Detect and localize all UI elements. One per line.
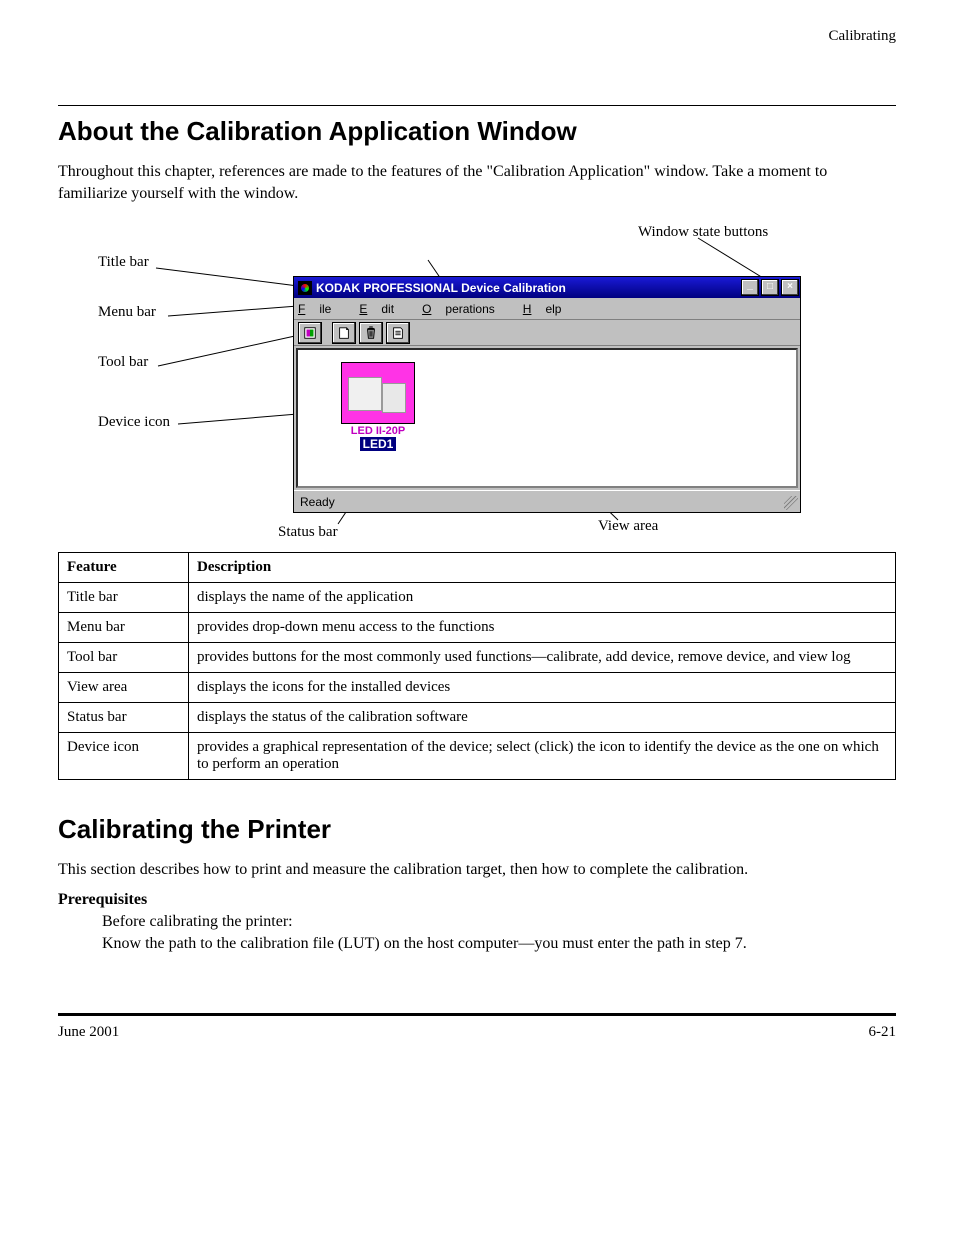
sub-section-lead: This section describes how to print and … bbox=[58, 859, 896, 881]
bottom-rule bbox=[58, 1013, 896, 1016]
feature-table: Feature Description Title bardisplays th… bbox=[58, 552, 896, 780]
prereq-heading: Prerequisites bbox=[58, 891, 896, 909]
view-log-button[interactable] bbox=[386, 322, 410, 344]
app-icon bbox=[298, 281, 312, 295]
menu-help[interactable]: Help bbox=[523, 302, 576, 316]
prereq-line2: Know the path to the calibration file (L… bbox=[102, 935, 896, 953]
th-description: Description bbox=[189, 553, 896, 583]
remove-device-button[interactable] bbox=[359, 322, 383, 344]
section-title: About the Calibration Application Window bbox=[58, 116, 896, 147]
callout-status-bar: Status bar bbox=[278, 524, 338, 541]
table-row: Device iconprovides a graphical represen… bbox=[59, 733, 896, 780]
section-lead: Throughout this chapter, references are … bbox=[58, 161, 896, 204]
prereq-line1: Before calibrating the printer: bbox=[102, 913, 896, 931]
view-area: LED II-20P LED1 bbox=[296, 348, 798, 488]
maximize-button[interactable]: □ bbox=[761, 279, 779, 296]
table-row: Status bardisplays the status of the cal… bbox=[59, 703, 896, 733]
table-row: View areadisplays the icons for the inst… bbox=[59, 673, 896, 703]
add-device-button[interactable] bbox=[332, 322, 356, 344]
figure-wrap: Title bar Menu bar Tool bar Device icon … bbox=[58, 214, 896, 544]
close-button[interactable]: × bbox=[781, 279, 799, 296]
footer-left: June 2001 bbox=[58, 1024, 119, 1041]
footer-right: 6-21 bbox=[869, 1024, 897, 1041]
menu-file[interactable]: File bbox=[298, 302, 345, 316]
statusbar: Ready bbox=[294, 490, 800, 512]
device-caption: LED II-20P bbox=[340, 425, 416, 437]
app-window: KODAK PROFESSIONAL Device Calibration _ … bbox=[293, 276, 801, 513]
sub-section-title: Calibrating the Printer bbox=[58, 814, 896, 845]
table-row: Title bardisplays the name of the applic… bbox=[59, 583, 896, 613]
callout-menu-bar: Menu bar bbox=[98, 304, 156, 321]
device-icon[interactable]: LED II-20P LED1 bbox=[340, 362, 416, 451]
callout-title-bar: Title bar bbox=[98, 254, 149, 271]
status-text: Ready bbox=[300, 495, 335, 509]
resize-grip-icon[interactable] bbox=[784, 496, 798, 510]
device-label: LED1 bbox=[360, 437, 397, 451]
calibrate-button[interactable] bbox=[298, 322, 322, 344]
top-rule bbox=[58, 105, 896, 106]
callout-tool-bar: Tool bar bbox=[98, 354, 148, 371]
toolbar bbox=[294, 320, 800, 346]
table-row: Menu barprovides drop-down menu access t… bbox=[59, 613, 896, 643]
menu-operations[interactable]: Operations bbox=[422, 302, 509, 316]
table-row: Tool barprovides buttons for the most co… bbox=[59, 643, 896, 673]
menu-edit[interactable]: Edit bbox=[359, 302, 408, 316]
window-title: KODAK PROFESSIONAL Device Calibration bbox=[316, 281, 740, 295]
device-image bbox=[341, 362, 415, 424]
callout-view-area: View area bbox=[598, 518, 658, 535]
minimize-button[interactable]: _ bbox=[741, 279, 759, 296]
callout-window-state: Window state buttons bbox=[638, 224, 768, 241]
menubar: File Edit Operations Help bbox=[294, 298, 800, 320]
callout-device-icon: Device icon bbox=[98, 414, 170, 431]
prerequisites: Prerequisites Before calibrating the pri… bbox=[58, 891, 896, 953]
titlebar[interactable]: KODAK PROFESSIONAL Device Calibration _ … bbox=[294, 277, 800, 298]
page-header-right: Calibrating bbox=[58, 28, 896, 45]
th-feature: Feature bbox=[59, 553, 189, 583]
